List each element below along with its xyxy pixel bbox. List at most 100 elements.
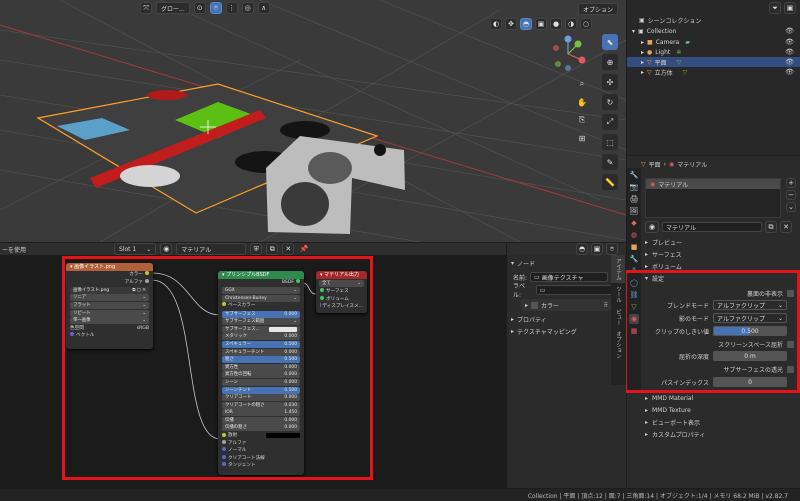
zoom-icon[interactable]: ⌕ bbox=[576, 78, 588, 90]
backdrop-icon[interactable]: ▣ bbox=[591, 243, 603, 255]
eye-icon[interactable]: 👁 bbox=[785, 68, 794, 76]
section-volume[interactable]: ▸ ボリューム bbox=[641, 260, 800, 272]
overlay-icon[interactable]: ◓ bbox=[520, 18, 532, 30]
texture-mapping-subpanel[interactable]: ▸ テクスチャマッピング bbox=[507, 325, 611, 337]
outliner-row-collection[interactable]: ▾ ▣ Collection 👁 bbox=[627, 26, 800, 36]
extension-dropdown[interactable]: リピート ⌄ bbox=[70, 309, 149, 317]
color-checkbox[interactable] bbox=[531, 301, 539, 309]
socket-icon[interactable] bbox=[222, 302, 226, 307]
slot-menu-button[interactable]: ⌄ bbox=[786, 202, 796, 212]
gizmo-icon[interactable]: ✥ bbox=[505, 18, 517, 30]
socket-icon[interactable] bbox=[222, 432, 226, 437]
particles-tab-icon[interactable]: ⁂ bbox=[629, 266, 639, 276]
principled-bsdf-node[interactable]: ▾ プリンシプルBSDF BSDF GGX ⌄ Christensen-Burle… bbox=[218, 271, 304, 475]
section-preview[interactable]: ▸ プレビュー bbox=[641, 236, 800, 248]
eye-icon[interactable]: 👁 bbox=[785, 27, 794, 35]
navigation-gizmo[interactable] bbox=[548, 34, 588, 74]
tab-tool[interactable]: ツール bbox=[611, 283, 625, 306]
shadow-mode-dropdown[interactable]: アルファクリップ ⌄ bbox=[713, 313, 787, 323]
unlink-material-icon[interactable]: ✕ bbox=[780, 221, 792, 233]
measure-tool-icon[interactable]: 📏 bbox=[602, 174, 618, 190]
expand-arrow-icon[interactable]: ▸ bbox=[641, 49, 644, 56]
outliner-row-camera[interactable]: ▸ ■ Camera ▰ 👁 bbox=[627, 37, 800, 47]
eye-icon[interactable]: 👁 bbox=[785, 58, 794, 66]
falloff-icon[interactable]: ∧ bbox=[257, 2, 270, 14]
snap-toggle-icon[interactable]: ⌾ bbox=[606, 243, 618, 255]
scene-collection-row[interactable]: ▣ シーンコレクション bbox=[627, 15, 800, 25]
outliner-row-light[interactable]: ▸ ● Light ✲ 👁 bbox=[627, 47, 800, 57]
bsdf-field[interactable]: 異方性 0.000 bbox=[222, 363, 300, 371]
material-tab-icon[interactable]: ◉ bbox=[629, 314, 639, 324]
interpolation-dropdown[interactable]: リニア ⌄ bbox=[70, 294, 149, 302]
remove-slot-button[interactable]: − bbox=[786, 190, 796, 200]
socket-icon[interactable] bbox=[145, 278, 149, 283]
sss-method-dropdown[interactable]: Christensen-Burley ⌄ bbox=[222, 294, 300, 302]
texture-tab-icon[interactable]: ▦ bbox=[629, 326, 639, 336]
blend-mode-dropdown[interactable]: アルファクリップ ⌄ bbox=[713, 300, 787, 310]
source-dropdown[interactable]: 単一画像 ⌄ bbox=[70, 317, 149, 325]
proportional-edit-icon[interactable]: ◎ bbox=[241, 2, 254, 14]
expand-arrow-icon[interactable]: ▸ bbox=[641, 39, 644, 46]
eye-icon[interactable]: 👁 bbox=[785, 38, 794, 46]
material-name-field[interactable]: マテリアル bbox=[662, 222, 762, 232]
emission-swatch[interactable] bbox=[266, 433, 300, 439]
socket-icon[interactable] bbox=[222, 447, 226, 452]
scene-tab-icon[interactable]: ◆ bbox=[629, 218, 639, 228]
pass-index-field[interactable]: 0 bbox=[713, 377, 787, 387]
material-slot-row[interactable]: ◉ マテリアル bbox=[646, 179, 780, 189]
visibility-icon[interactable]: ◐ bbox=[490, 18, 502, 30]
outliner-row-cube[interactable]: ▸ ▽ 立方体 ▽ 👁 bbox=[627, 67, 800, 77]
section-settings[interactable]: ▾ 設定 bbox=[641, 272, 800, 284]
socket-icon[interactable] bbox=[222, 439, 226, 444]
bsdf-field[interactable]: シーン 0.000 bbox=[222, 378, 300, 386]
perspective-icon[interactable]: ⊞ bbox=[576, 132, 588, 144]
bsdf-field[interactable]: クリアコート 0.000 bbox=[222, 394, 300, 402]
options-dropdown[interactable]: オプション bbox=[578, 3, 619, 15]
transform-tool-icon[interactable]: ⬚ bbox=[602, 134, 618, 150]
projection-dropdown[interactable]: フラット ⌄ bbox=[70, 301, 149, 309]
tool-tab-icon[interactable]: 🔧 bbox=[629, 170, 639, 180]
physics-tab-icon[interactable]: ◯ bbox=[629, 278, 639, 288]
material-slot-list[interactable]: ◉ マテリアル bbox=[645, 178, 781, 218]
socket-icon[interactable] bbox=[320, 288, 324, 292]
clip-threshold-slider[interactable]: 0.500 bbox=[713, 326, 787, 336]
socket-icon[interactable] bbox=[320, 295, 324, 300]
solid-shading-icon[interactable]: ● bbox=[550, 18, 562, 30]
bsdf-field[interactable]: スペキュラー 0.500 bbox=[222, 340, 300, 348]
view-layer-tab-icon[interactable]: 🖼 bbox=[629, 206, 639, 216]
distribution-dropdown[interactable]: GGX ⌄ bbox=[222, 287, 300, 295]
drag-handle-icon[interactable]: ⠿ bbox=[604, 302, 611, 309]
bsdf-field[interactable]: 粗さ 0.500 bbox=[222, 356, 300, 364]
section-viewport-display[interactable]: ▸ ビューポート表示 bbox=[641, 416, 800, 428]
bsdf-field[interactable]: 伝播の粗さ 0.000 bbox=[222, 424, 300, 432]
transform-orientation-dropdown[interactable]: グロー... bbox=[156, 2, 190, 14]
data-tab-icon[interactable]: ▽ bbox=[629, 302, 639, 312]
xray-icon[interactable]: ▣ bbox=[535, 18, 547, 30]
image-file-field[interactable]: 画像イラスト.png ⧉ ▢ ✕ bbox=[70, 286, 149, 294]
material-output-node[interactable]: ▾ マテリアル出力 全て ⌄ サーフェス ボリューム ディスプレイスメ... bbox=[316, 271, 367, 313]
filter-icon[interactable]: ⏷ bbox=[769, 2, 781, 14]
node-label-field[interactable]: ▭ bbox=[535, 285, 613, 295]
tab-options[interactable]: オプション bbox=[611, 328, 625, 362]
duplicate-material-icon[interactable]: ⧉ bbox=[765, 221, 777, 233]
world-tab-icon[interactable]: ◍ bbox=[629, 230, 639, 240]
expand-arrow-icon[interactable]: ▸ bbox=[641, 69, 644, 76]
bsdf-field[interactable]: 伝播 0.000 bbox=[222, 416, 300, 424]
output-tab-icon[interactable]: 🖨 bbox=[629, 194, 639, 204]
object-tab-icon[interactable]: ■ bbox=[629, 242, 639, 252]
socket-icon[interactable] bbox=[145, 271, 149, 275]
colorspace-row[interactable]: 色空間 sRGB bbox=[66, 325, 153, 333]
pivot-icon[interactable]: ⊙ bbox=[193, 2, 206, 14]
section-custom-properties[interactable]: ▸ カスタムプロパティ bbox=[641, 428, 800, 440]
move-tool-icon[interactable]: ✣ bbox=[602, 74, 618, 90]
tab-view[interactable]: ビュー bbox=[611, 306, 625, 329]
node-panel-header[interactable]: ▾ ノード bbox=[507, 257, 611, 269]
3d-viewport[interactable]: ⤧ グロー... ⊙ ⌾ ⋮ ◎ ∧ オプション ◐ ✥ ◓ ▣ ● ◑ ○ ⌕… bbox=[0, 0, 626, 242]
new-collection-icon[interactable]: ▣ bbox=[784, 2, 796, 14]
bsdf-field[interactable]: サブサーフェス範囲 ⌄ bbox=[222, 318, 300, 326]
cursor-tool-icon[interactable]: ⊕ bbox=[602, 54, 618, 70]
bsdf-field[interactable]: クリアコートの粗さ 0.030 bbox=[222, 401, 300, 409]
node-name-field[interactable]: ▭ 画像テクスチャ bbox=[530, 272, 609, 282]
properties-subpanel[interactable]: ▸ プロパティ bbox=[507, 313, 611, 325]
section-mmd-texture[interactable]: ▸ MMD Texture bbox=[641, 404, 800, 416]
